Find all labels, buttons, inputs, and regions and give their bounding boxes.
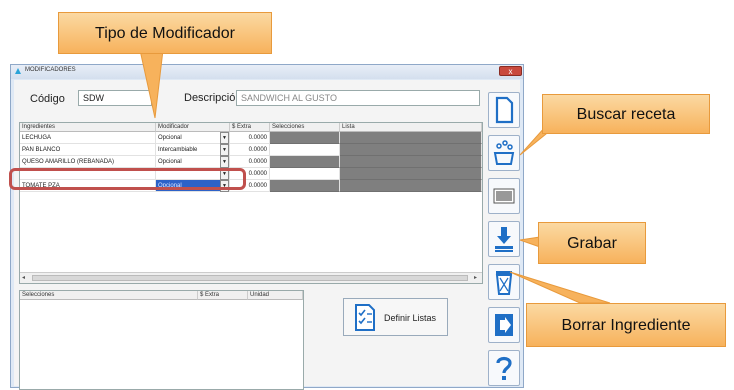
callout-buscar-receta: Buscar receta — [542, 94, 710, 134]
callout-tipo-modificador: Tipo de Modificador — [58, 12, 272, 54]
callout-grabar: Grabar — [538, 222, 646, 264]
callout-borrar-ingrediente: Borrar Ingrediente — [526, 303, 726, 347]
